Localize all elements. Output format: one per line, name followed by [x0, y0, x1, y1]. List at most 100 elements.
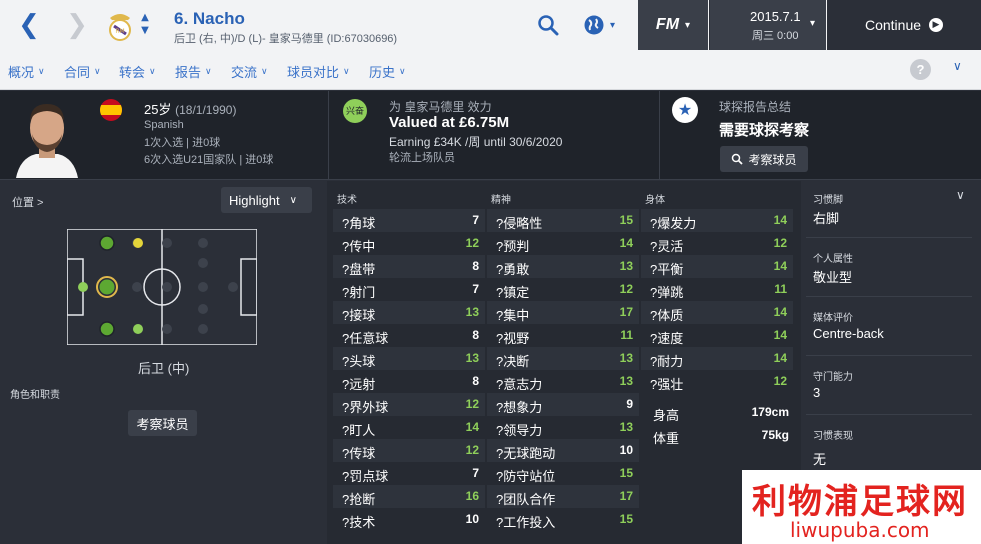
highlight-select[interactable]: Highlight ∨ — [221, 187, 312, 213]
sub-navigation: 概况 ∨ 合同 ∨ 转会 ∨ 报告 ∨ 交流 ∨ 球员对比 ∨ 历史 ∨ ? ∨ — [0, 50, 981, 90]
attribute-row[interactable]: ?角球 7 — [333, 209, 485, 232]
attribute-row[interactable]: ?远射 8 — [333, 370, 485, 393]
preferred-foot-label: 习惯脚 — [813, 195, 843, 206]
attribute-row[interactable]: ?技术 10 — [333, 508, 485, 531]
menu-transfer[interactable]: 转会 ∨ — [119, 62, 156, 81]
attribute-value: 13 — [465, 351, 479, 365]
divider — [328, 91, 329, 180]
attribute-name: ?灵活 — [650, 239, 684, 254]
club-crest-icon[interactable]: RM — [106, 8, 134, 42]
attribute-row[interactable]: ?任意球 8 — [333, 324, 485, 347]
continue-button[interactable]: Continue ▶ — [827, 0, 981, 50]
attribute-row[interactable]: ?头球 13 — [333, 347, 485, 370]
forward-icon[interactable]: ❯ — [62, 10, 92, 40]
attribute-row[interactable]: ?集中 17 — [487, 301, 639, 324]
attribute-row[interactable]: ?平衡 14 — [641, 255, 793, 278]
attribute-row[interactable]: ?传中 12 — [333, 232, 485, 255]
scout-player-button[interactable]: 考察球员 — [720, 146, 808, 172]
attribute-value: 13 — [619, 351, 633, 365]
attribute-row[interactable]: ?射门 7 — [333, 278, 485, 301]
attribute-row[interactable]: ?盯人 14 — [333, 416, 485, 439]
menu-reports[interactable]: 报告 ∨ — [175, 62, 212, 81]
attribute-row[interactable]: ?防守站位 15 — [487, 462, 639, 485]
attribute-row[interactable]: ?爆发力 14 — [641, 209, 793, 232]
attribute-row[interactable]: ?决断 13 — [487, 347, 639, 370]
attribute-value: 12 — [619, 282, 633, 296]
attribute-name: ?团队合作 — [496, 492, 556, 507]
arrow-right-icon: ▶ — [929, 18, 944, 32]
attribute-value: 14 — [773, 328, 787, 342]
attribute-name: ?爆发力 — [650, 216, 697, 231]
attribute-row[interactable]: ?界外球 12 — [333, 393, 485, 416]
menu-compare[interactable]: 球员对比 ∨ — [287, 62, 350, 81]
divider — [806, 414, 972, 415]
habits-value: 无 — [813, 452, 827, 467]
chevron-down-icon[interactable]: ∨ — [953, 59, 962, 73]
menu-label: 合同 — [64, 65, 91, 80]
attribute-row[interactable]: ?传球 12 — [333, 439, 485, 462]
player-photo — [12, 94, 82, 178]
attribute-name: ?盯人 — [342, 423, 376, 438]
attribute-row[interactable]: ?灵活 12 — [641, 232, 793, 255]
attribute-value: 8 — [472, 374, 479, 388]
attribute-row[interactable]: ?抢断 16 — [333, 485, 485, 508]
attribute-row[interactable]: ?想象力 9 — [487, 393, 639, 416]
attribute-row[interactable]: ?耐力 14 — [641, 347, 793, 370]
continue-label: Continue — [864, 17, 922, 33]
morale-icon: 兴奋 — [343, 99, 367, 123]
attribute-row[interactable]: ?视野 11 — [487, 324, 639, 347]
attribute-row[interactable]: ?侵略性 15 — [487, 209, 639, 232]
attribute-value: 17 — [619, 305, 633, 319]
fm-menu-button[interactable]: FM ▾ — [638, 0, 708, 50]
habits-label: 习惯表现 — [813, 431, 853, 442]
top-bar: ❮ ❯ RM ▲ ▼ 6. Nacho 后卫 (右, 中)/D (L)- 皇家马德… — [0, 0, 981, 50]
attribute-row[interactable]: ?领导力 13 — [487, 416, 639, 439]
menu-overview[interactable]: 概况 ∨ — [8, 62, 45, 81]
attribute-row[interactable]: ?工作投入 15 — [487, 508, 639, 531]
menu-history[interactable]: 历史 ∨ — [369, 62, 406, 81]
attribute-row[interactable]: ?盘带 8 — [333, 255, 485, 278]
attribute-row[interactable]: ?接球 13 — [333, 301, 485, 324]
nationality: Spanish — [144, 119, 184, 131]
back-icon[interactable]: ❮ — [14, 10, 44, 40]
attribute-value: 14 — [773, 213, 787, 227]
age-text: 25岁 — [144, 102, 172, 117]
attribute-value: 10 — [465, 512, 479, 526]
role-duty-label: 角色和职责 — [10, 390, 60, 401]
attribute-row[interactable]: ?弹跳 11 — [641, 278, 793, 301]
player-header: 25岁 (18/1/1990) Spanish 1次入选 | 进0球 6次入选U… — [0, 91, 981, 180]
divider — [806, 237, 972, 238]
attribute-value: 13 — [619, 259, 633, 273]
attribute-row[interactable]: ?强壮 12 — [641, 370, 793, 393]
attribute-row[interactable]: ?团队合作 17 — [487, 485, 639, 508]
attribute-row[interactable]: ?体质 14 — [641, 301, 793, 324]
attribute-row[interactable]: ?罚点球 7 — [333, 462, 485, 485]
help-icon[interactable]: ? — [910, 59, 931, 80]
scout-player-button[interactable]: 考察球员 — [128, 410, 197, 436]
chevron-down-icon: ∨ — [399, 66, 406, 77]
menu-label: 报告 — [175, 65, 202, 80]
player-stepper[interactable]: ▲ ▼ — [138, 11, 152, 37]
attribute-value: 13 — [465, 305, 479, 319]
chevron-down-icon: ∨ — [205, 66, 212, 77]
attribute-name: ?接球 — [342, 308, 376, 323]
attribute-row[interactable]: ?速度 14 — [641, 324, 793, 347]
date-display[interactable]: 2015.7.1 周三 0:00 ▾ — [709, 0, 826, 50]
chevron-down-icon[interactable]: ∨ — [956, 188, 965, 202]
club-line: 为 皇家马德里 效力 — [389, 100, 492, 114]
attribute-name: ?工作投入 — [496, 515, 556, 530]
position-link[interactable]: 位置 > — [12, 194, 43, 210]
attribute-row[interactable]: ?镇定 12 — [487, 278, 639, 301]
attribute-row[interactable]: ?勇敢 13 — [487, 255, 639, 278]
attribute-row[interactable]: ?意志力 13 — [487, 370, 639, 393]
search-icon[interactable] — [537, 10, 559, 40]
menu-label: 历史 — [369, 65, 396, 80]
menu-interaction[interactable]: 交流 ∨ — [231, 62, 268, 81]
attribute-name: ?平衡 — [650, 262, 684, 277]
attribute-row[interactable]: ?无球跑动 10 — [487, 439, 639, 462]
menu-contract[interactable]: 合同 ∨ — [64, 62, 101, 81]
globe-icon[interactable]: ▾ — [583, 10, 615, 40]
attribute-row[interactable]: ?预判 14 — [487, 232, 639, 255]
mental-heading: 精神 — [491, 195, 511, 206]
attribute-name: ?体质 — [650, 308, 684, 323]
